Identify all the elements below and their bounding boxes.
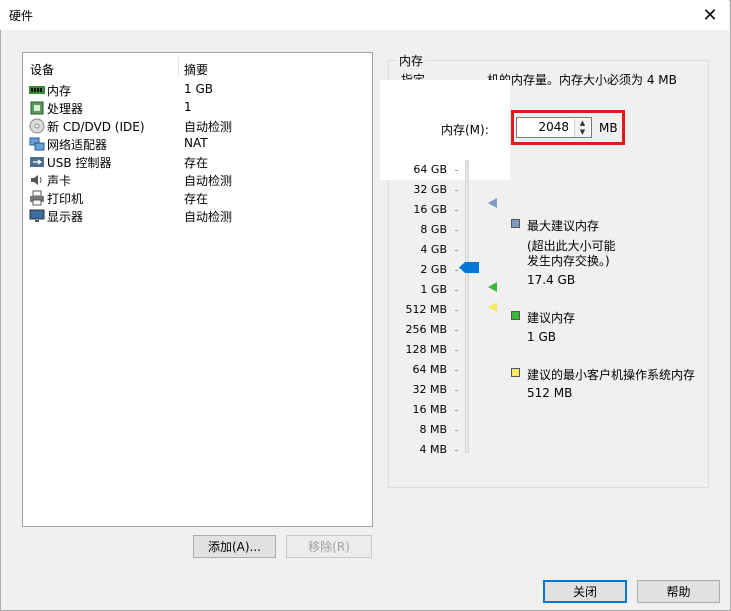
max-memory-title: 最大建议内存 — [527, 219, 600, 233]
device-name: 显示器 — [47, 210, 84, 224]
device-name: 声卡 — [47, 174, 72, 188]
list-item-cd-dvd[interactable]: 新 CD/DVD (IDE) 自动检测 — [27, 117, 367, 135]
scale-tick — [455, 370, 458, 371]
scale-tick — [455, 450, 458, 451]
scale-label: 32 MB — [412, 383, 447, 396]
recommended-memory-value: 1 GB — [527, 330, 556, 344]
scale-tick — [455, 170, 458, 171]
device-summary: 自动检测 — [184, 174, 233, 188]
list-item-processor[interactable]: 处理器 1 — [27, 99, 367, 117]
scale-label: 64 MB — [412, 363, 447, 376]
title-bar: 硬件 ✕ — [0, 0, 729, 30]
list-item-sound[interactable]: 声卡 自动检测 — [27, 171, 367, 189]
red-highlight-box — [511, 110, 625, 145]
list-item-network[interactable]: 网络适配器 NAT — [27, 135, 367, 153]
scale-tick — [455, 350, 458, 351]
column-divider — [178, 57, 179, 77]
list-item-display[interactable]: 显示器 自动检测 — [27, 207, 367, 225]
device-summary: 1 GB — [184, 82, 213, 96]
desc-line1-rest: 机的内存量。内存大小必须为 4 MB — [487, 73, 677, 87]
scale-label: 4 GB — [420, 243, 447, 256]
scale-tick — [455, 190, 458, 191]
scale-tick — [455, 410, 458, 411]
memory-icon — [29, 86, 45, 94]
remove-button[interactable]: 移除(R) — [286, 535, 372, 558]
device-summary: 1 — [184, 100, 192, 114]
cd-dvd-icon — [29, 118, 45, 134]
list-item-printer[interactable]: 打印机 存在 — [27, 189, 367, 207]
recommended-memory-title: 建议内存 — [527, 311, 576, 325]
list-item-usb[interactable]: USB 控制器 存在 — [27, 153, 367, 171]
device-name: 网络适配器 — [47, 138, 108, 152]
scale-label: 8 GB — [420, 223, 447, 236]
min-recommended-marker-icon — [488, 302, 497, 312]
scale-tick — [455, 230, 458, 231]
list-item-memory[interactable]: 内存 1 GB — [27, 81, 367, 99]
scale-label: 8 MB — [419, 423, 447, 436]
scale-label: 64 GB — [413, 163, 447, 176]
device-name: 处理器 — [47, 102, 84, 116]
scale-label: 1 GB — [420, 283, 447, 296]
recommended-memory-legend-icon — [511, 311, 520, 320]
scale-tick — [455, 210, 458, 211]
device-summary: 存在 — [184, 192, 209, 206]
scale-label: 256 MB — [405, 323, 447, 336]
max-memory-value: 17.4 GB — [527, 273, 576, 287]
scale-tick — [455, 390, 458, 391]
device-name: 内存 — [47, 84, 72, 98]
memory-spin-label: 内存(M): — [441, 123, 489, 137]
network-adapter-icon — [29, 137, 45, 151]
scale-label: 16 MB — [412, 403, 447, 416]
device-name: 打印机 — [47, 192, 84, 206]
max-recommended-marker-icon — [488, 198, 497, 208]
device-list[interactable]: 设备 摘要 内存 1 GB 处理器 1 新 CD/DVD (IDE) 自动检测 … — [22, 52, 373, 527]
usb-icon — [30, 157, 44, 167]
scale-tick — [455, 290, 458, 291]
scale-tick — [455, 310, 458, 311]
printer-icon — [30, 190, 44, 206]
cpu-icon — [30, 101, 44, 115]
device-summary: 存在 — [184, 156, 209, 170]
display-icon — [29, 209, 45, 222]
close-icon[interactable]: ✕ — [697, 2, 723, 28]
close-button[interactable]: 关闭 — [543, 580, 627, 603]
scale-label: 16 GB — [413, 203, 447, 216]
recommended-marker-icon — [488, 282, 497, 292]
min-memory-legend-icon — [511, 368, 520, 377]
device-summary: NAT — [184, 136, 208, 150]
scale-tick — [455, 250, 458, 251]
scale-label: 2 GB — [420, 263, 447, 276]
memory-group-title: 内存 — [397, 52, 426, 69]
min-memory-title: 建议的最小客户机操作系统内存 — [527, 368, 696, 382]
device-name: USB 控制器 — [47, 156, 112, 170]
scale-label: 512 MB — [405, 303, 447, 316]
device-name: 新 CD/DVD (IDE) — [47, 120, 145, 134]
device-summary: 自动检测 — [184, 120, 233, 134]
min-memory-value: 512 MB — [527, 386, 573, 400]
column-header-device[interactable]: 设备 — [30, 61, 54, 78]
sound-icon — [31, 175, 42, 185]
device-summary: 自动检测 — [184, 210, 233, 224]
max-memory-note2: 发生内存交换。) — [527, 254, 610, 268]
help-button[interactable]: 帮助 — [637, 580, 720, 603]
scale-tick — [455, 330, 458, 331]
scale-label: 4 MB — [419, 443, 447, 456]
max-memory-legend-icon — [511, 219, 520, 228]
scale-label: 32 GB — [413, 183, 447, 196]
scale-label: 128 MB — [405, 343, 447, 356]
column-header-summary[interactable]: 摘要 — [184, 61, 208, 78]
memory-slider-track[interactable] — [465, 160, 469, 453]
scale-tick — [455, 430, 458, 431]
add-button[interactable]: 添加(A)... — [193, 535, 276, 558]
window-title: 硬件 — [9, 9, 34, 23]
scale-tick — [455, 270, 458, 271]
